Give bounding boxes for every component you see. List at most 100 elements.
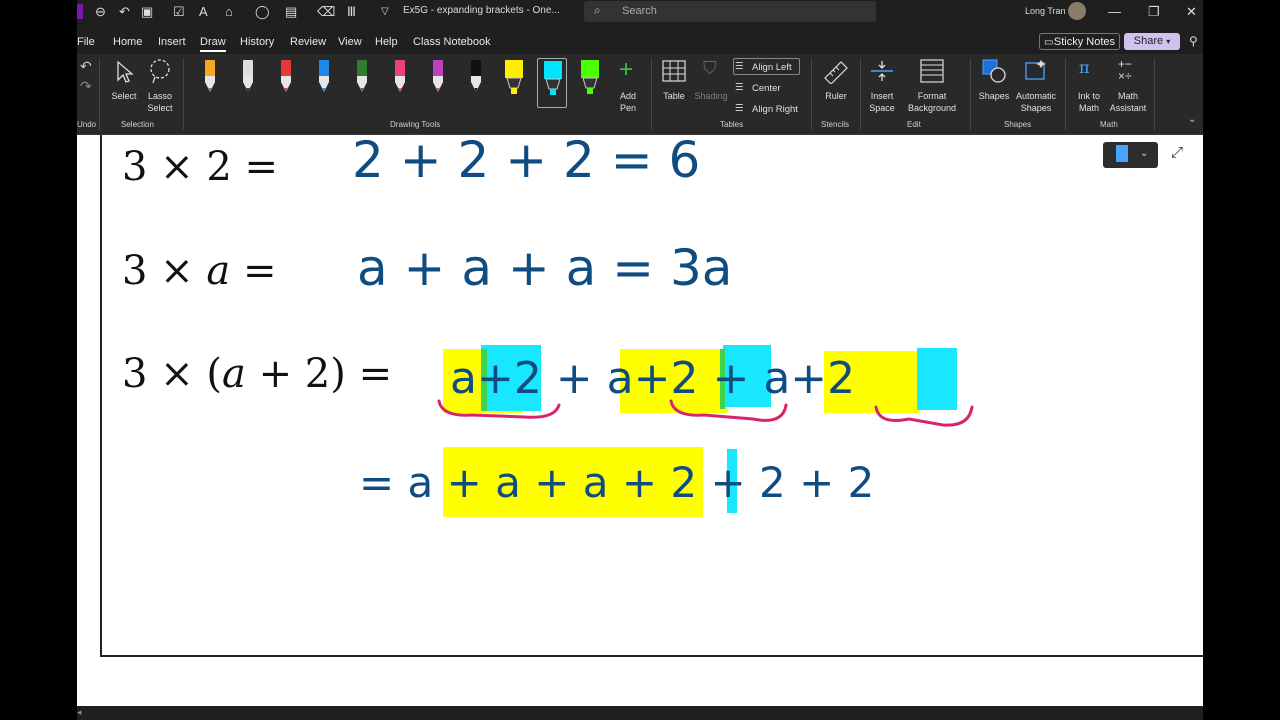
customize-icon[interactable]: ▽ [381, 4, 389, 20]
search-placeholder: Search [622, 5, 657, 17]
font-color-icon[interactable]: A [199, 4, 208, 20]
table-label: Table [663, 91, 685, 101]
pens-icon[interactable]: Ⅲ [347, 4, 356, 20]
selection-group-label: Selection [121, 120, 154, 129]
notebook-view-button[interactable]: ⌄ [1103, 142, 1158, 168]
share-label: Share [1133, 35, 1164, 47]
align-left-icon: ☰ [735, 61, 744, 72]
avatar[interactable] [1068, 2, 1086, 20]
automatic-shapes-button[interactable]: Automatic Shapes [1013, 58, 1059, 114]
eraser-icon[interactable]: ⌫ [317, 4, 335, 20]
minimize-icon[interactable]: — [1108, 4, 1121, 19]
paint-bucket-icon: ⛉ [703, 58, 717, 78]
insert-space-button[interactable]: Insert Space [865, 58, 899, 114]
highlight-icon[interactable]: ⌂ [225, 4, 233, 20]
table-button[interactable]: Table [659, 58, 689, 114]
tab-help[interactable]: Help [375, 36, 398, 48]
pen-red-icon [281, 60, 291, 92]
pen-blue-icon [319, 60, 329, 92]
shapes-icon[interactable]: ◯ [255, 4, 270, 20]
pen-green-pen[interactable] [347, 58, 377, 98]
center-icon[interactable]: ☰ [735, 82, 744, 93]
pen-magenta-icon [433, 60, 443, 92]
shapes-button[interactable]: Shapes [975, 58, 1013, 114]
lasso-select-button[interactable]: Lasso Select [143, 58, 177, 114]
pencil-orange-pen[interactable] [195, 58, 225, 98]
ink-to-math-button[interactable]: π Ink to Math [1071, 58, 1107, 114]
math-assistant-button[interactable]: +− ×÷ Math Assistant [1107, 58, 1149, 114]
expand-icon[interactable]: ⤢ [1171, 144, 1183, 161]
tab-history[interactable]: History [240, 36, 274, 48]
ink-line-2: a + a + a = 3a [357, 239, 732, 297]
pen-pink-pen[interactable] [385, 58, 415, 98]
pencil-white-pen[interactable] [233, 58, 263, 98]
tab-review[interactable]: Review [290, 36, 326, 48]
insert-space-label-2: Space [869, 103, 895, 113]
chevron-down-icon: ⌄ [1140, 148, 1149, 159]
select-cursor-icon [117, 60, 134, 83]
add-pen-button[interactable]: + Add Pen [613, 56, 643, 114]
draw-ribbon: ↶ ↷ Undo Select Lasso Select Selection +… [77, 54, 1203, 135]
tab-draw[interactable]: Draw [200, 36, 226, 52]
close-icon[interactable]: ✕ [1186, 4, 1197, 20]
search-box[interactable]: ⌕ Search [584, 1, 876, 22]
center-label[interactable]: Center [752, 83, 781, 94]
table-icon[interactable]: ▤ [285, 4, 297, 20]
page-canvas[interactable]: 3 × 2 = 3 × 𝑎 = 3 × (𝑎 + 2) = 2 + 2 + 2 … [77, 135, 1203, 706]
status-bar: ◂ [77, 706, 1203, 720]
collapse-ribbon-icon[interactable]: ⌄ [1188, 114, 1196, 125]
ink-line-4-text: = a + a + a + 2 + 2 + 2 [359, 458, 874, 507]
pen-magenta-pen[interactable] [423, 58, 453, 98]
undo-icon[interactable]: ↶ [80, 58, 92, 75]
checkbox-icon[interactable]: ☑ [173, 4, 185, 20]
automatic-shapes-label-2: Shapes [1020, 103, 1052, 113]
ink-line-3: a+2 + a+2 + a+2 [450, 353, 855, 404]
separator [99, 58, 100, 130]
back-icon[interactable]: ⊖ [95, 4, 106, 20]
math-operators-icon: +− ×÷ [1118, 57, 1133, 83]
align-right-label[interactable]: Align Right [752, 104, 798, 115]
onenote-logo-icon [77, 4, 83, 19]
scroll-left-icon[interactable]: ◂ [77, 707, 82, 718]
select-button[interactable]: Select [109, 58, 139, 114]
person-icon[interactable]: ⚲ [1189, 34, 1198, 48]
pen-black-pen[interactable] [461, 58, 491, 98]
pen-red-pen[interactable] [271, 58, 301, 98]
undo-icon[interactable]: ↶ [119, 4, 130, 20]
pen-black-icon [471, 60, 481, 92]
math-assistant-label-1: Math [1117, 91, 1138, 101]
highlighter-cyan-pen[interactable] [537, 58, 567, 108]
align-right-icon[interactable]: ☰ [735, 103, 744, 114]
tab-insert[interactable]: Insert [158, 36, 186, 48]
highlighter-yellow-pen[interactable] [499, 58, 529, 98]
automatic-shapes-icon [1025, 60, 1046, 80]
separator [651, 58, 652, 130]
shading-button: ⛉ Shading [693, 58, 729, 114]
lasso-label-2: Select [147, 103, 173, 113]
restore-icon[interactable]: ❐ [1148, 4, 1160, 20]
ruler-label: Ruler [825, 91, 847, 101]
dock-icon[interactable]: ▣ [141, 4, 153, 20]
sticky-notes-button[interactable]: ▭ Sticky Notes [1039, 33, 1120, 50]
separator [811, 58, 812, 130]
share-button[interactable]: Share ▾ [1124, 33, 1180, 50]
tab-class-notebook[interactable]: Class Notebook [413, 36, 491, 48]
format-background-button[interactable]: Format Background [901, 58, 963, 114]
shapes-icon [982, 59, 1006, 83]
redo-icon[interactable]: ↷ [80, 78, 92, 95]
user-name[interactable]: Long Tran [1025, 6, 1066, 16]
pen-blue-pen[interactable] [309, 58, 339, 98]
ink-line-3-text: a+2 + a+2 + a+2 [450, 353, 855, 404]
lasso-icon [150, 59, 170, 84]
ruler-button[interactable]: Ruler [819, 58, 853, 114]
tab-file[interactable]: File [77, 36, 95, 48]
separator [183, 58, 184, 130]
plus-icon: + [619, 56, 634, 83]
sticky-notes-icon: ▭ [1044, 37, 1054, 48]
format-background-label-1: Format [917, 91, 947, 101]
insert-space-label-1: Insert [870, 91, 894, 101]
tab-view[interactable]: View [338, 36, 362, 48]
highlighter-green-pen[interactable] [575, 58, 605, 98]
tab-home[interactable]: Home [113, 36, 142, 48]
pen-gallery [193, 54, 633, 116]
